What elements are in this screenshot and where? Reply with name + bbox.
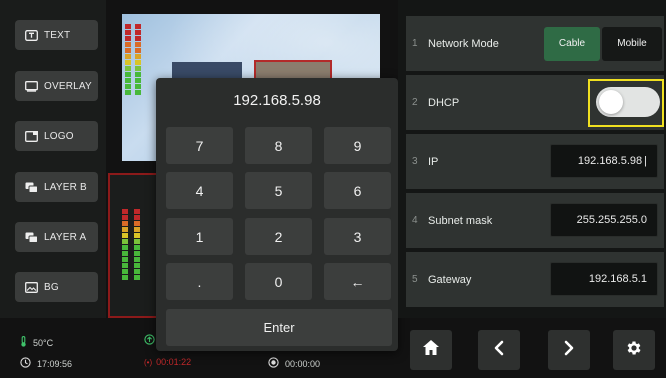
temperature-value: 50°C — [33, 337, 54, 348]
thermometer-icon — [20, 336, 27, 349]
layer-b-source-button[interactable]: LAYER B — [15, 172, 98, 202]
toggle-knob — [599, 90, 623, 114]
overlay-source-label: OVERLAY — [44, 80, 92, 92]
clock-value: 17:09:56 — [37, 358, 73, 369]
text-source-label: TEXT — [44, 29, 71, 41]
gateway-row: 5 Gateway 192.168.5.1 — [406, 252, 664, 307]
layer-b-source-label: LAYER B — [44, 181, 87, 193]
layer-a-icon — [25, 232, 38, 243]
record-time-status: 00:00:00 — [268, 357, 320, 370]
key-8[interactable]: 8 — [245, 127, 312, 164]
stream-time-value: 00:01:22 — [156, 357, 192, 367]
live-audio-meter-left — [122, 209, 128, 281]
background-image-icon — [25, 281, 38, 293]
home-button[interactable] — [410, 330, 452, 370]
key-2[interactable]: 2 — [245, 218, 312, 255]
overlay-source-button[interactable]: OVERLAY — [15, 71, 98, 101]
enter-key[interactable]: Enter — [166, 309, 392, 346]
overlay-icon — [25, 80, 38, 92]
audio-meter-left — [125, 24, 131, 96]
mobile-mode-button[interactable]: Mobile — [602, 26, 662, 61]
logo-source-button[interactable]: LOGO — [15, 121, 98, 151]
temperature-status: 50°C — [20, 336, 53, 349]
logo-source-label: LOGO — [44, 130, 74, 142]
background-source-label: BG — [44, 281, 59, 293]
key-6[interactable]: 6 — [324, 172, 391, 209]
text-cursor: | — [644, 155, 647, 167]
subnet-mask-value: 255.255.255.0 — [576, 214, 647, 226]
settings-button[interactable] — [613, 330, 655, 370]
background-source-button[interactable]: BG — [15, 272, 98, 302]
clock-status: 17:09:56 — [20, 357, 72, 370]
gateway-label: Gateway — [428, 273, 472, 286]
gear-icon — [625, 339, 643, 362]
layer-a-source-button[interactable]: LAYER A — [15, 222, 98, 252]
keypad-display: 192.168.5.98 — [233, 91, 321, 109]
row-number: 2 — [412, 97, 418, 108]
key-0[interactable]: 0 — [245, 263, 312, 300]
dhcp-row: 2 DHCP — [406, 75, 664, 130]
ip-field[interactable]: 192.168.5.98 | — [550, 144, 658, 178]
key-7[interactable]: 7 — [166, 127, 233, 164]
key-dot[interactable]: . — [166, 263, 233, 300]
row-number: 5 — [412, 274, 418, 285]
live-audio-meter-right — [134, 209, 140, 281]
key-5[interactable]: 5 — [245, 172, 312, 209]
back-button[interactable] — [478, 330, 520, 370]
ip-row: 3 IP 192.168.5.98 | — [406, 134, 664, 189]
layer-a-source-label: LAYER A — [44, 231, 87, 243]
stream-live-icon: (•) — [144, 357, 153, 367]
key-1[interactable]: 1 — [166, 218, 233, 255]
upload-status-icon — [144, 334, 155, 345]
subnet-mask-row: 4 Subnet mask 255.255.255.0 — [406, 193, 664, 248]
cable-mode-button[interactable]: Cable — [544, 26, 600, 61]
row-number: 3 — [412, 156, 418, 167]
row-number: 4 — [412, 215, 418, 226]
backspace-key[interactable]: ← — [324, 263, 391, 300]
record-icon — [268, 357, 279, 370]
logo-icon — [25, 130, 38, 142]
row-number: 1 — [412, 38, 418, 49]
key-3[interactable]: 3 — [324, 218, 391, 255]
chevron-right-icon — [563, 340, 575, 361]
forward-button[interactable] — [548, 330, 590, 370]
network-mode-row: 1 Network Mode Cable Mobile — [406, 16, 664, 71]
network-mode-label: Network Mode — [428, 37, 499, 50]
network-settings-panel: 1 Network Mode Cable Mobile 2 DHCP 3 IP … — [398, 0, 666, 318]
subnet-mask-field[interactable]: 255.255.255.0 — [550, 203, 658, 237]
text-source-button[interactable]: TEXT — [15, 20, 98, 50]
key-4[interactable]: 4 — [166, 172, 233, 209]
ip-value: 192.168.5.98 — [577, 155, 643, 167]
subnet-mask-label: Subnet mask — [428, 214, 493, 227]
key-9[interactable]: 9 — [324, 127, 391, 164]
chevron-left-icon — [493, 340, 505, 361]
audio-meter-right — [135, 24, 141, 96]
gateway-value: 192.168.5.1 — [588, 273, 647, 285]
layer-b-icon — [25, 182, 38, 193]
numeric-keypad: 192.168.5.98 7 8 9 4 5 6 1 2 3 . 0 ← Ent… — [156, 78, 398, 351]
gateway-field[interactable]: 192.168.5.1 — [550, 262, 658, 296]
ip-label: IP — [428, 155, 439, 168]
source-sidebar: TEXT OVERLAY LOGO LAYER B LAYER A BG — [0, 0, 106, 318]
dhcp-label: DHCP — [428, 96, 460, 109]
clock-icon — [20, 357, 31, 370]
home-icon — [422, 339, 440, 361]
record-time-value: 00:00:00 — [285, 358, 321, 369]
text-box-icon — [25, 29, 38, 41]
stream-time-status: (•) 00:01:22 — [144, 357, 191, 367]
dhcp-toggle[interactable] — [596, 87, 660, 117]
